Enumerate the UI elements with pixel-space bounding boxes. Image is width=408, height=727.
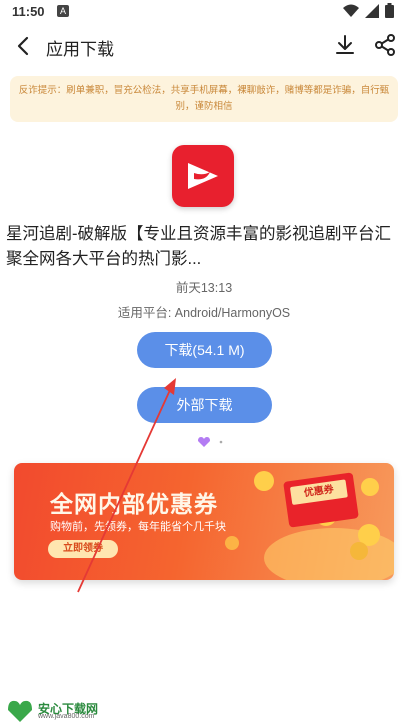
notification-icon: A <box>57 5 69 17</box>
external-download-button[interactable]: 外部下载 <box>137 387 272 423</box>
signal-icon <box>365 3 379 18</box>
fraud-notice: 反诈提示：刷单兼职，冒充公检法，共享手机屏幕，裸聊敲诈，赌博等都是诈骗，自行甄别… <box>10 76 398 122</box>
wifi-icon <box>343 4 359 17</box>
status-icons <box>343 3 394 18</box>
coupon-envelope-icon: 优惠券 <box>283 472 359 528</box>
watermark-logo-icon <box>8 700 32 722</box>
back-arrow-icon[interactable] <box>12 34 36 58</box>
coupon-banner[interactable]: 全网内部优惠券 购物前，先领券，每年能省个几千块 立即领券 优惠券 <box>14 463 394 580</box>
status-time: 11:50 <box>12 4 45 19</box>
watermark: 安心下载网 www.java800.com <box>6 698 126 724</box>
publish-date: 前天13:13 <box>175 281 233 295</box>
download-button[interactable]: 下载(54.1 M) <box>137 332 272 368</box>
app-logo-icon <box>172 145 234 207</box>
page-title: 应用下载 <box>46 40 114 59</box>
carousel-indicator <box>198 437 223 447</box>
share-icon[interactable] <box>373 33 397 57</box>
banner-title: 全网内部优惠券 <box>50 491 218 517</box>
watermark-url: www.java800.com <box>38 713 95 720</box>
app-name: 星河追剧-破解版【专业且资源丰富的影视追剧平台汇聚全网各大平台的热门影... <box>6 225 391 268</box>
coupon-label: 优惠券 <box>289 479 348 506</box>
platform-info: 适用平台: Android/HarmonyOS <box>117 306 291 320</box>
banner-subtitle: 购物前，先领券，每年能省个几千块 <box>50 521 226 533</box>
battery-icon <box>385 3 394 18</box>
download-icon[interactable] <box>333 33 357 57</box>
status-bar: 11:50 A <box>0 0 408 24</box>
app-bar: 应用下载 <box>0 26 408 66</box>
banner-cta-button[interactable]: 立即领券 <box>48 540 118 558</box>
